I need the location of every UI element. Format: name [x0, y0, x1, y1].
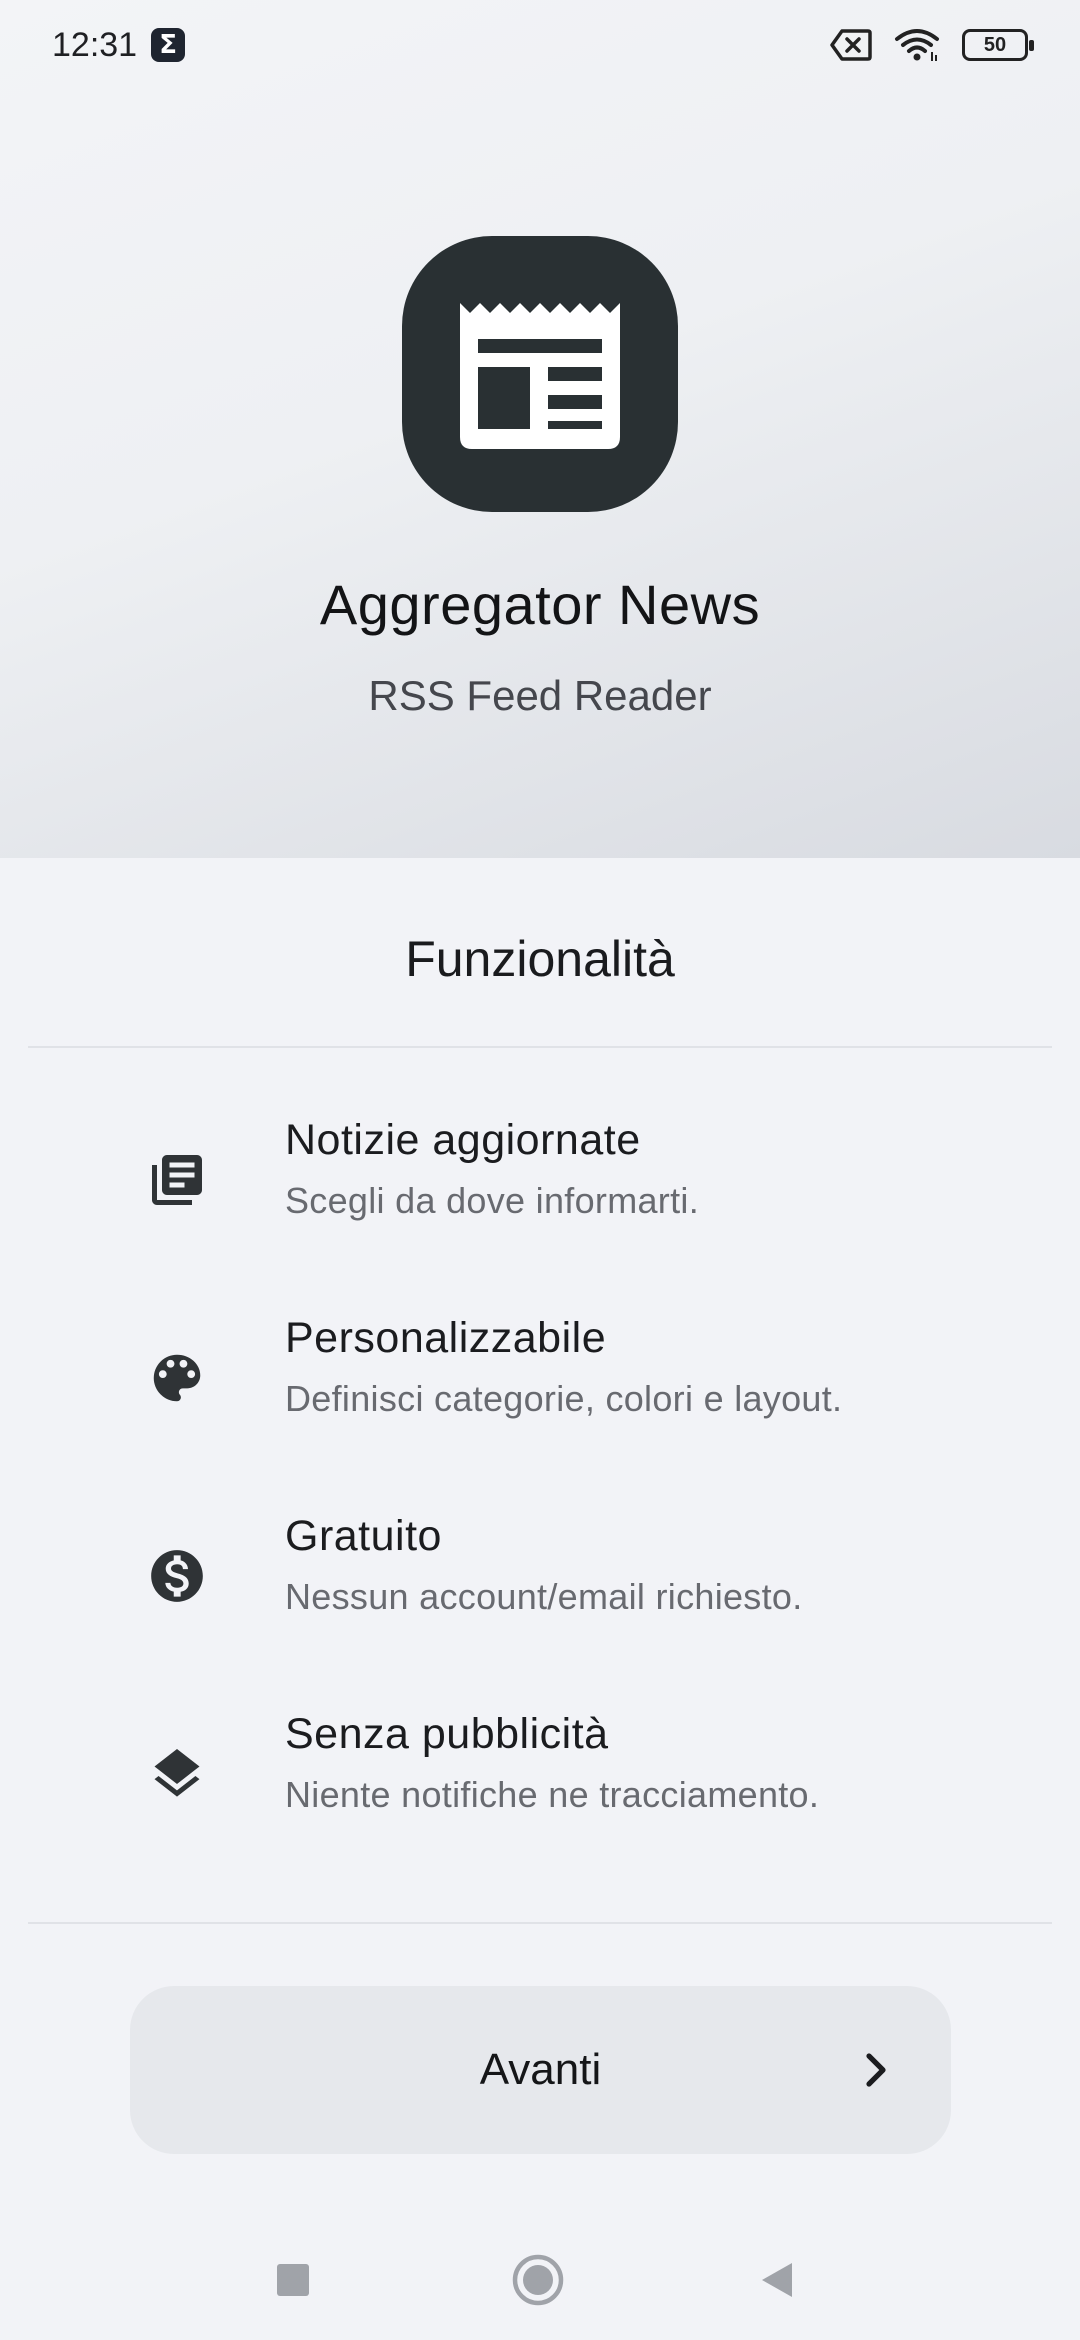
app-icon — [402, 236, 678, 512]
app-subtitle: RSS Feed Reader — [368, 672, 712, 719]
feature-description: Niente notifiche ne tracciamento. — [285, 1774, 820, 1815]
back-icon[interactable] — [748, 2250, 808, 2310]
news-icon — [145, 1148, 209, 1212]
feature-title: Gratuito — [285, 1512, 442, 1560]
feature-description: Nessun account/email richiesto. — [285, 1576, 803, 1617]
navigation-bar — [0, 2210, 1080, 2340]
feature-description: Definisci categorie, colori e layout. — [285, 1378, 843, 1419]
battery-icon: 50 — [962, 29, 1034, 61]
feature-item: Notizie aggiornate Scegli da dove inform… — [0, 1108, 1080, 1268]
recents-icon[interactable] — [263, 2250, 323, 2310]
status-bar: 12:31 Σ 50 — [0, 0, 1080, 90]
newspaper-icon — [460, 303, 620, 449]
layers-icon — [145, 1742, 209, 1806]
top-divider — [28, 1046, 1052, 1048]
bottom-divider — [28, 1922, 1052, 1924]
hero-header: Aggregator News RSS Feed Reader — [0, 0, 1080, 858]
dollar-icon — [145, 1544, 209, 1608]
sim-error-icon — [830, 29, 872, 61]
welcome-screen: Aggregator News RSS Feed Reader 12:31 Σ … — [0, 0, 1080, 2340]
chevron-right-icon — [866, 2053, 886, 2087]
next-button[interactable]: Avanti — [130, 1986, 951, 2154]
feature-title: Personalizzabile — [285, 1314, 607, 1362]
wifi-icon — [895, 29, 939, 61]
feature-item: Gratuito Nessun account/email richiesto. — [0, 1504, 1080, 1664]
status-time: 12:31 — [52, 25, 138, 64]
feature-title: Notizie aggiornate — [285, 1116, 641, 1164]
battery-level: 50 — [983, 33, 1007, 56]
feature-item: Senza pubblicità Niente notifiche ne tra… — [0, 1702, 1080, 1862]
palette-icon — [145, 1346, 209, 1410]
home-icon[interactable] — [508, 2250, 568, 2310]
feature-description: Scegli da dove informarti. — [285, 1180, 699, 1221]
feature-item: Personalizzabile Definisci categorie, co… — [0, 1306, 1080, 1466]
sigma-icon: Σ — [151, 28, 186, 62]
features-title: Funzionalità — [405, 931, 675, 987]
feature-title: Senza pubblicità — [285, 1710, 609, 1758]
app-title: Aggregator News — [319, 573, 761, 636]
next-button-label: Avanti — [479, 2045, 602, 2094]
